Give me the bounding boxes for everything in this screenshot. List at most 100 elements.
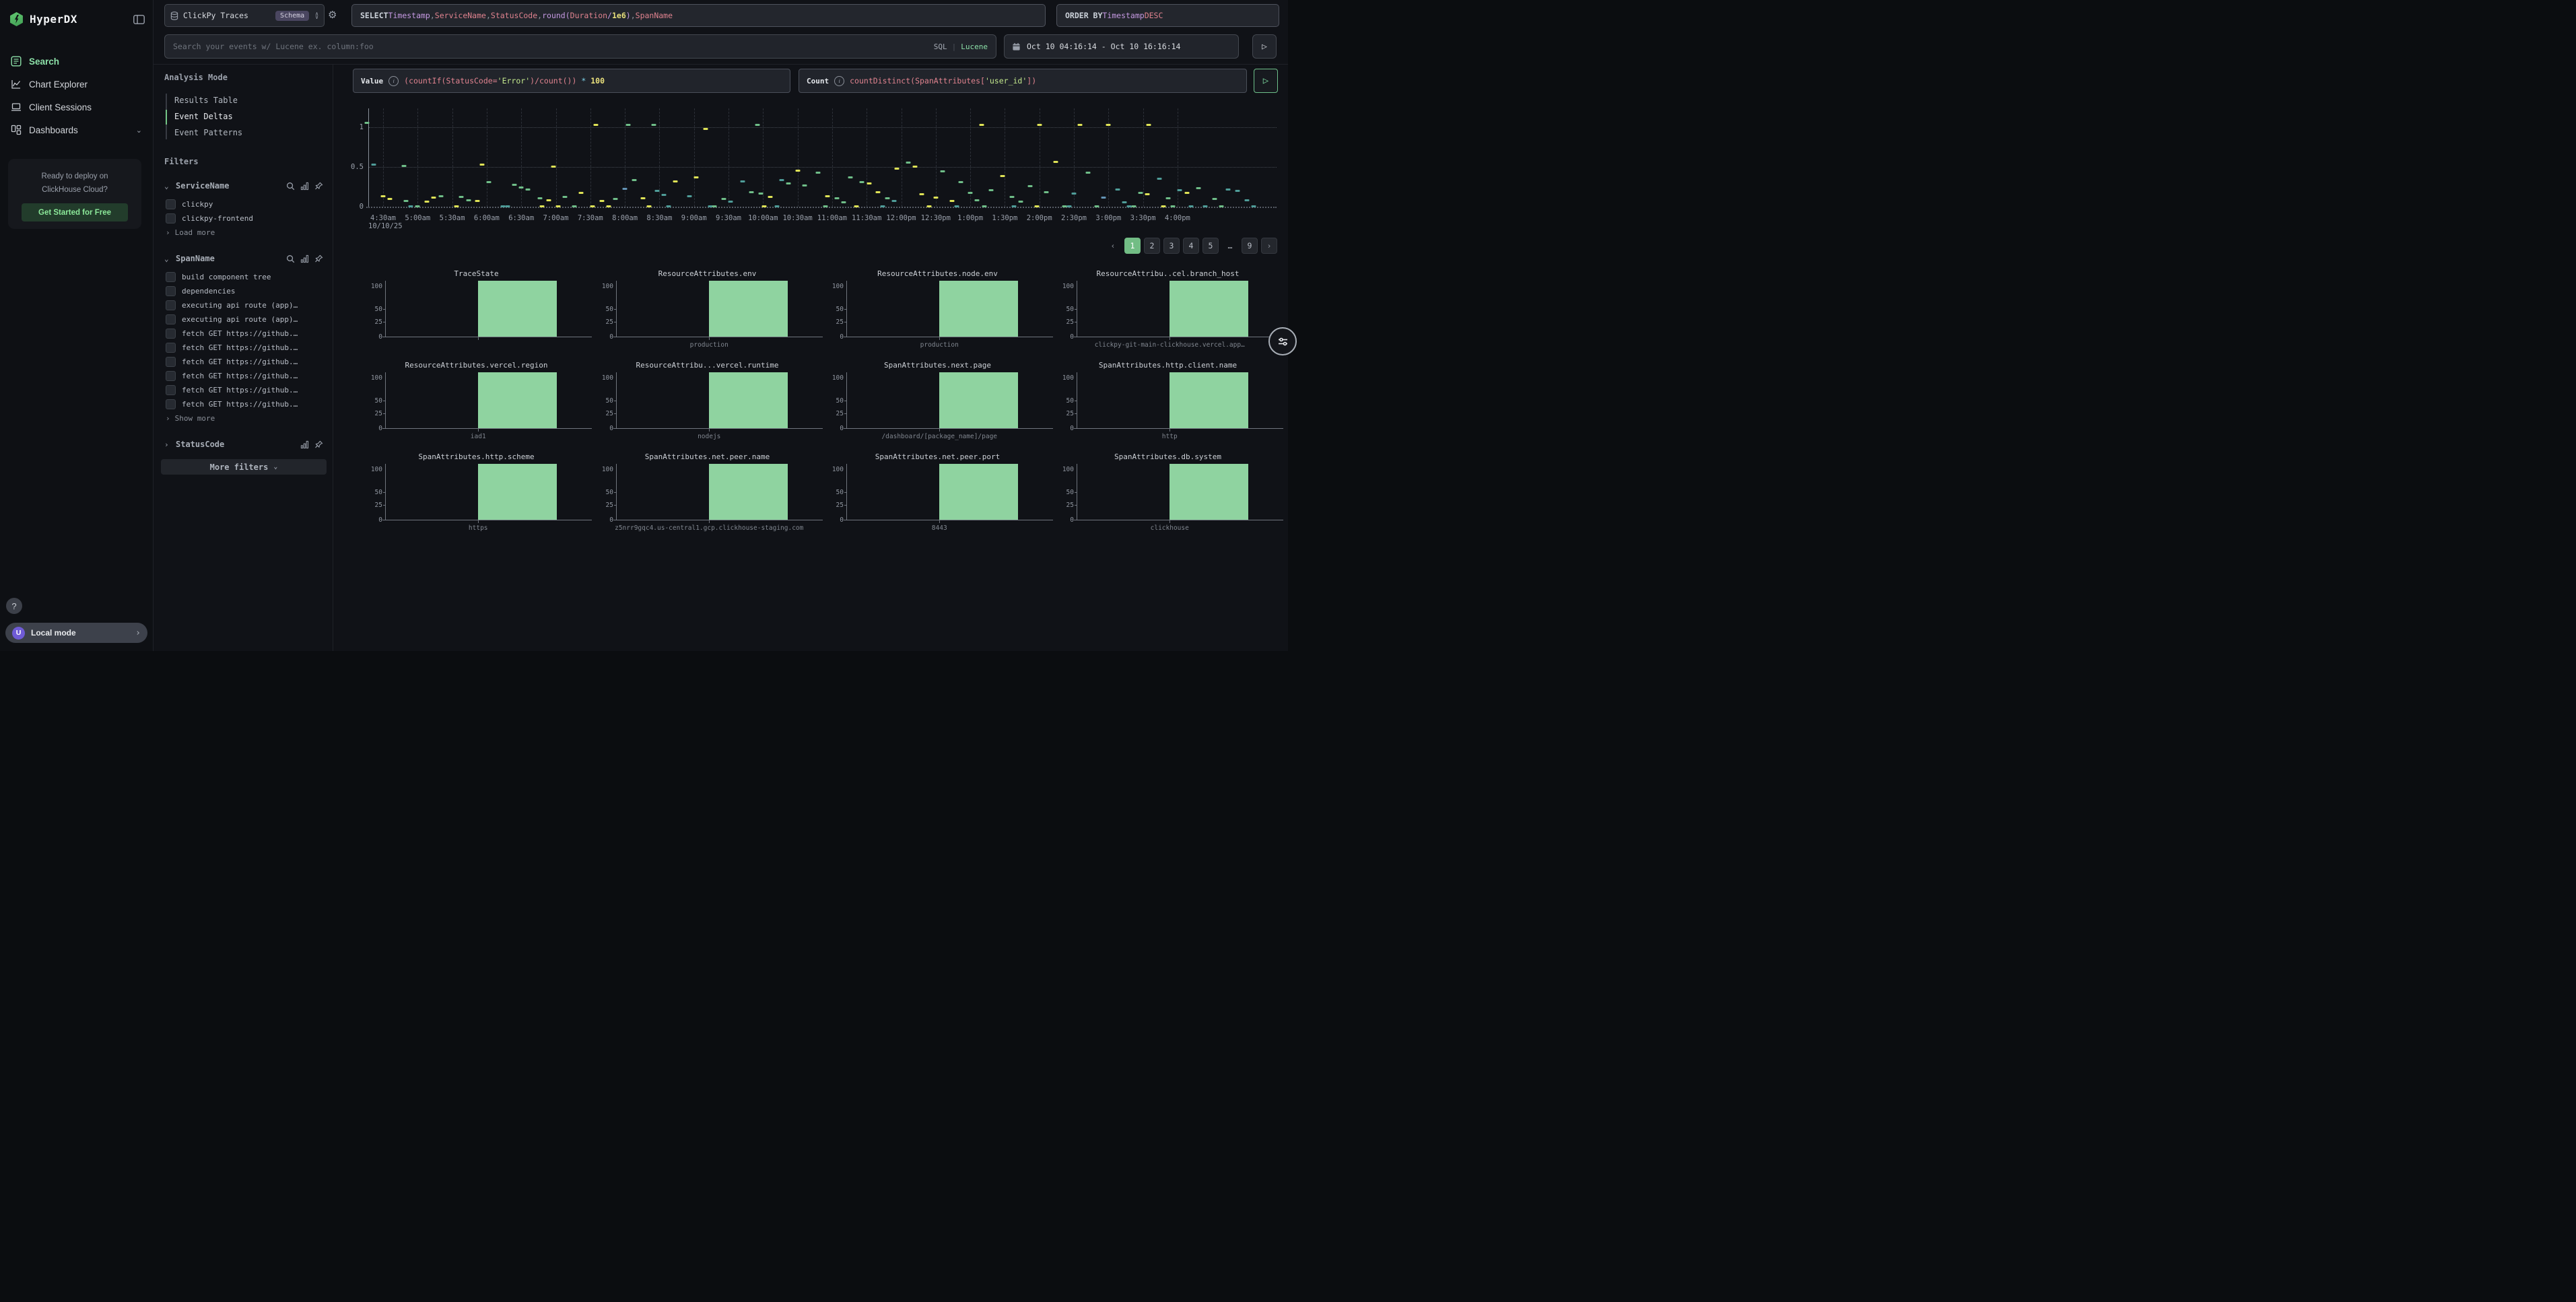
filter-group-spanname[interactable]: ⌄SpanName (164, 252, 326, 265)
delta-point (920, 193, 924, 195)
bar-chart-icon[interactable] (300, 254, 309, 263)
filter-option[interactable]: build component tree (166, 270, 326, 284)
x-axis-tick-label: 5:30am (440, 214, 465, 222)
sidebar-nav: Search Chart Explorer Client Sessions Da… (0, 50, 153, 141)
filter-option[interactable]: fetch GET https://github.… (166, 397, 326, 411)
delta-point (1019, 201, 1023, 203)
filter-option[interactable]: fetch GET https://github.… (166, 383, 326, 397)
filter-option[interactable]: fetch GET https://github.… (166, 355, 326, 369)
laptop-icon (11, 102, 22, 112)
analysis-mode-option-event-patterns[interactable]: Event Patterns (166, 125, 326, 141)
delta-point (607, 205, 611, 207)
y-axis-tick-label: 50 (375, 397, 382, 405)
value-expression-input[interactable]: Value i (countIf(StatusCode='Error')/cou… (353, 69, 790, 93)
gridline (1108, 108, 1109, 207)
gear-icon[interactable]: ⚙ (328, 9, 337, 21)
filters-heading: Filters (164, 157, 326, 166)
language-toggle-lucene[interactable]: Lucene (961, 42, 988, 51)
filter-option[interactable]: executing api route (app)… (166, 298, 326, 312)
pin-icon[interactable] (314, 254, 323, 263)
language-toggle-sql[interactable]: SQL (934, 42, 947, 51)
chevron-down-icon: ⌄ (164, 182, 171, 191)
filter-option[interactable]: fetch GET https://github.… (166, 369, 326, 383)
filter-option[interactable]: clickpy-frontend (166, 211, 326, 226)
help-button[interactable]: ? (6, 598, 22, 614)
filter-group-statuscode[interactable]: ›StatusCode (164, 438, 326, 450)
sidebar-collapse-icon[interactable] (133, 15, 145, 24)
sidebar-item-chart-explorer[interactable]: Chart Explorer (0, 73, 153, 96)
x-axis-line (844, 428, 1053, 429)
filter-option[interactable]: fetch GET https://github.… (166, 327, 326, 341)
date-range-picker[interactable]: Oct 10 04:16:14 - Oct 10 16:16:14 (1004, 34, 1239, 59)
chevron-down-icon: ⌄ (136, 126, 142, 135)
page-button-3[interactable]: 3 (1163, 238, 1180, 254)
filter-group-servicename[interactable]: ⌄ServiceName (164, 180, 326, 192)
order-by-input[interactable]: ORDER BY Timestamp DESC (1056, 4, 1279, 27)
delta-point (594, 124, 599, 126)
source-select[interactable]: ClickPy Traces Schema ∧∨ (164, 4, 325, 27)
checkbox[interactable] (166, 343, 176, 353)
delta-point (1196, 187, 1200, 189)
bar-chart-icon[interactable] (300, 440, 309, 449)
page-button-2[interactable]: 2 (1144, 238, 1160, 254)
bar-chart-icon[interactable] (300, 182, 309, 191)
filter-option[interactable]: executing api route (app)… (166, 312, 326, 327)
live-tail-button[interactable]: ▷ (1252, 34, 1277, 59)
checkbox[interactable] (166, 314, 176, 324)
get-started-button[interactable]: Get Started for Free (22, 203, 128, 221)
chart-plot: 10050250production (616, 281, 813, 337)
delta-point (599, 200, 604, 202)
checkbox[interactable] (166, 199, 176, 209)
chart-title: ResourceAttributes.env (595, 269, 820, 279)
delta-point (526, 189, 531, 191)
sidebar-item-client-sessions[interactable]: Client Sessions (0, 96, 153, 118)
load-more-link[interactable]: ›Load more (166, 226, 326, 239)
checkbox[interactable] (166, 329, 176, 339)
checkbox[interactable] (166, 385, 176, 395)
show-more-link[interactable]: ›Show more (166, 411, 326, 425)
checkbox[interactable] (166, 213, 176, 224)
delta-point (941, 170, 945, 172)
filter-option[interactable]: fetch GET https://github.… (166, 341, 326, 355)
sidebar-item-search[interactable]: Search (0, 50, 153, 73)
page-button-5[interactable]: 5 (1202, 238, 1219, 254)
count-expression-input[interactable]: Count i countDistinct(SpanAttributes['us… (799, 69, 1247, 93)
checkbox[interactable] (166, 272, 176, 282)
more-filters-button[interactable]: More filters⌄ (161, 459, 327, 475)
promo-text: Ready to deploy onClickHouse Cloud? (8, 170, 141, 197)
run-query-button[interactable]: ▷ (1254, 69, 1278, 93)
search-icon[interactable] (286, 254, 295, 263)
delta-point (959, 181, 963, 183)
pin-icon[interactable] (314, 440, 323, 449)
delta-point (1035, 205, 1040, 207)
chart-plot: 10050250 (385, 281, 582, 337)
analysis-mode-option-results-table[interactable]: Results Table (166, 92, 326, 108)
checkbox[interactable] (166, 286, 176, 296)
analysis-mode-option-event-deltas[interactable]: Event Deltas (166, 108, 326, 125)
checkbox[interactable] (166, 357, 176, 367)
filter-option[interactable]: clickpy (166, 197, 326, 211)
page-button-9[interactable]: 9 (1242, 238, 1258, 254)
page-button-1[interactable]: 1 (1124, 238, 1141, 254)
delta-point (466, 199, 471, 201)
select-query-input[interactable]: SELECT Timestamp, ServiceName, StatusCod… (351, 4, 1046, 27)
local-mode-menu[interactable]: U Local mode › (5, 623, 147, 643)
floating-filter-button[interactable] (1268, 327, 1297, 355)
x-axis-tick-label: 10:30am (782, 214, 812, 222)
sidebar-item-dashboards[interactable]: Dashboards ⌄ (0, 118, 153, 141)
search-icon[interactable] (286, 182, 295, 191)
chart-title: SpanAttributes.http.client.name (1055, 361, 1281, 370)
filter-option[interactable]: dependencies (166, 284, 326, 298)
page-next-button[interactable]: › (1261, 238, 1277, 254)
attribute-chart-spanattributes-net-peer-name: SpanAttributes.net.peer.name10050250z5nr… (595, 452, 820, 535)
checkbox[interactable] (166, 399, 176, 409)
pin-icon[interactable] (314, 182, 323, 191)
search-input[interactable]: Search your events w/ Lucene ex. column:… (164, 34, 996, 59)
gridline (452, 108, 453, 207)
x-axis-category-label: iad1 (471, 433, 486, 440)
checkbox[interactable] (166, 300, 176, 310)
delta-point (802, 184, 807, 186)
page-button-4[interactable]: 4 (1183, 238, 1199, 254)
checkbox[interactable] (166, 371, 176, 381)
event-deltas-plot[interactable]: 4:30am5:00am5:30am6:00am6:30am7:00am7:30… (368, 108, 1277, 207)
